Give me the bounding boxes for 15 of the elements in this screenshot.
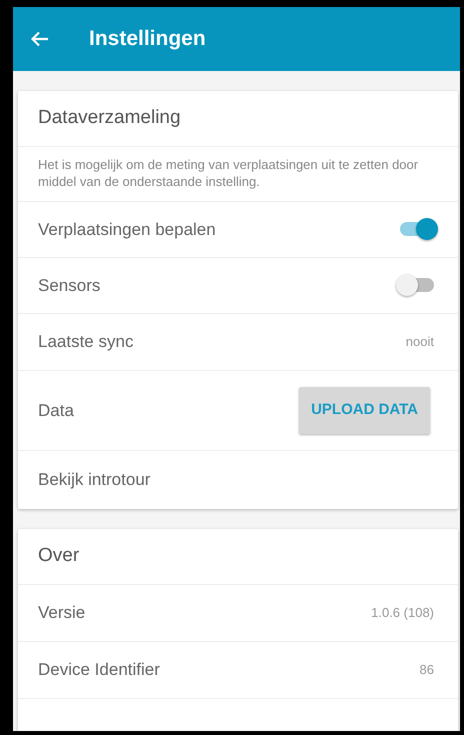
setting-value: 1.0.6 (108) <box>371 604 434 622</box>
setting-value: 86 <box>420 661 434 680</box>
section-description: Het is mogelijk om de meting van verplaatsingen uit te zetten door middel van de onderstaande instelling. <box>38 157 418 189</box>
setting-label: Device Identifier <box>38 659 160 682</box>
setting-label: Versie <box>38 602 86 624</box>
back-arrow-icon[interactable] <box>31 31 49 47</box>
setting-label: Laatste sync <box>38 331 134 354</box>
section-title: Over <box>38 544 80 568</box>
setting-value: nooit <box>406 333 434 352</box>
section-title: Dataverzameling <box>38 106 181 130</box>
setting-label: Sensors <box>38 274 100 297</box>
setting-label: Data <box>38 400 74 422</box>
setting-label: Verplaatsingen bepalen <box>38 218 216 241</box>
setting-label[interactable]: Bekijk introtour <box>38 467 150 493</box>
screen-title: Instellingen <box>89 26 206 52</box>
